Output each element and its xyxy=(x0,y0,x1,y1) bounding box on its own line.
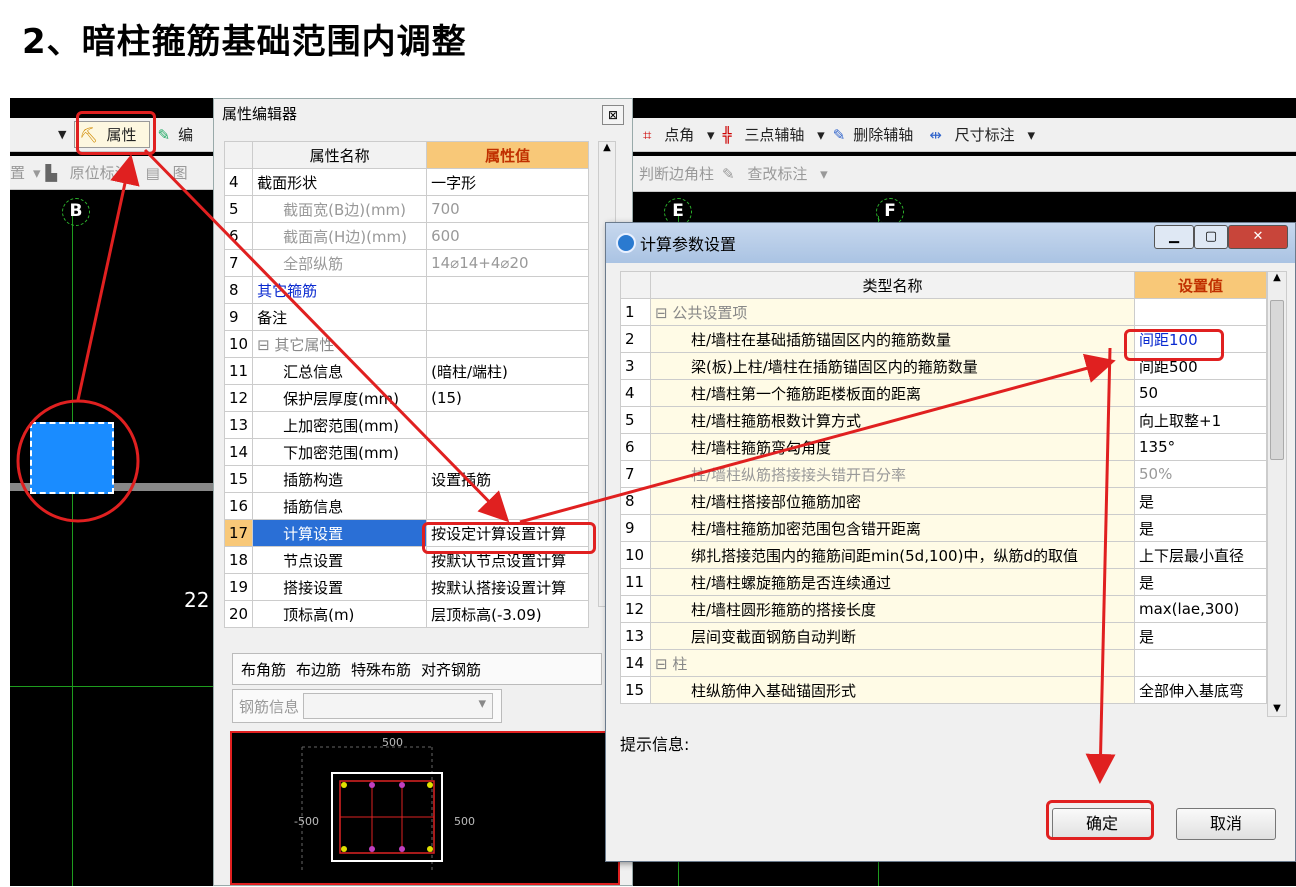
highlight-column-circle xyxy=(16,399,140,523)
annotation-arrows xyxy=(16,148,1116,784)
